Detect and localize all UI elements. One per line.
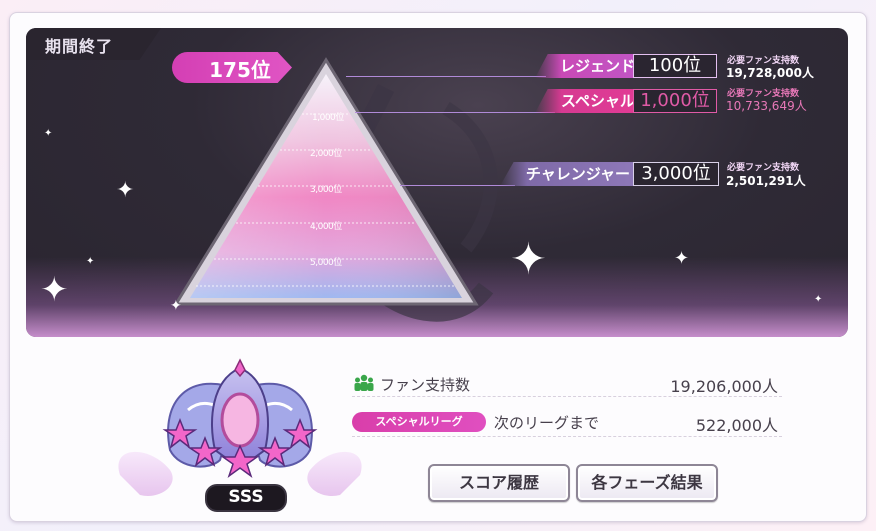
sparkle-icon: ✦ [44,128,53,139]
grade-badge: SSS [205,484,287,512]
required-fans-special: 10,733,649人 [726,99,807,113]
league-name-legend: レジェンド [535,54,641,78]
fan-support-label: ファン支持数 [380,376,471,394]
league-rank-legend: 100位 [633,54,717,78]
league-rank-special: 1,000位 [633,89,717,113]
sparkle-icon: ✦ [40,270,69,310]
required-fans-challenger: 2,501,291人 [726,174,806,188]
scale-label-2000: 2,000位 [310,149,342,159]
sparkle-icon: ✦ [674,248,690,269]
scale-label-3000: 3,000位 [310,185,342,195]
scale-label-5000: 5,000位 [310,258,342,268]
scale-label-1000: 1,000位 [312,113,344,123]
sparkle-icon: ✦ [814,294,823,305]
current-rank-value: 175位 [209,58,271,82]
period-status-label: 期間終了 [45,37,114,56]
league-name-challenger: チャレンジャー [500,162,636,186]
ranking-pyramid-panel: 1,000位 2,000位 3,000位 4,000位 5,000位 ✦ ✦ ✦… [26,28,848,337]
phase-results-button[interactable]: 各フェーズ結果 [576,464,718,502]
score-history-button[interactable]: スコア履歴 [428,464,570,502]
league-rank-challenger: 3,000位 [633,162,719,186]
required-fans-legend: 19,728,000人 [726,66,814,80]
sparkle-icon: ✦ [116,178,135,203]
scale-label-4000: 4,000位 [310,222,342,232]
next-league-value: 522,000人 [695,416,778,435]
fan-support-value: 19,206,000人 [670,377,778,396]
people-icon [354,374,374,391]
sparkle-icon: ✦ [170,298,182,314]
current-league-badge: スペシャルリーグ [352,412,486,432]
next-league-label: 次のリーグまで [494,414,600,432]
sparkle-icon: ✦ [510,234,547,285]
sparkle-icon: ✦ [86,256,95,267]
league-name-special: スペシャル [535,89,641,113]
ranking-pyramid [173,57,498,322]
